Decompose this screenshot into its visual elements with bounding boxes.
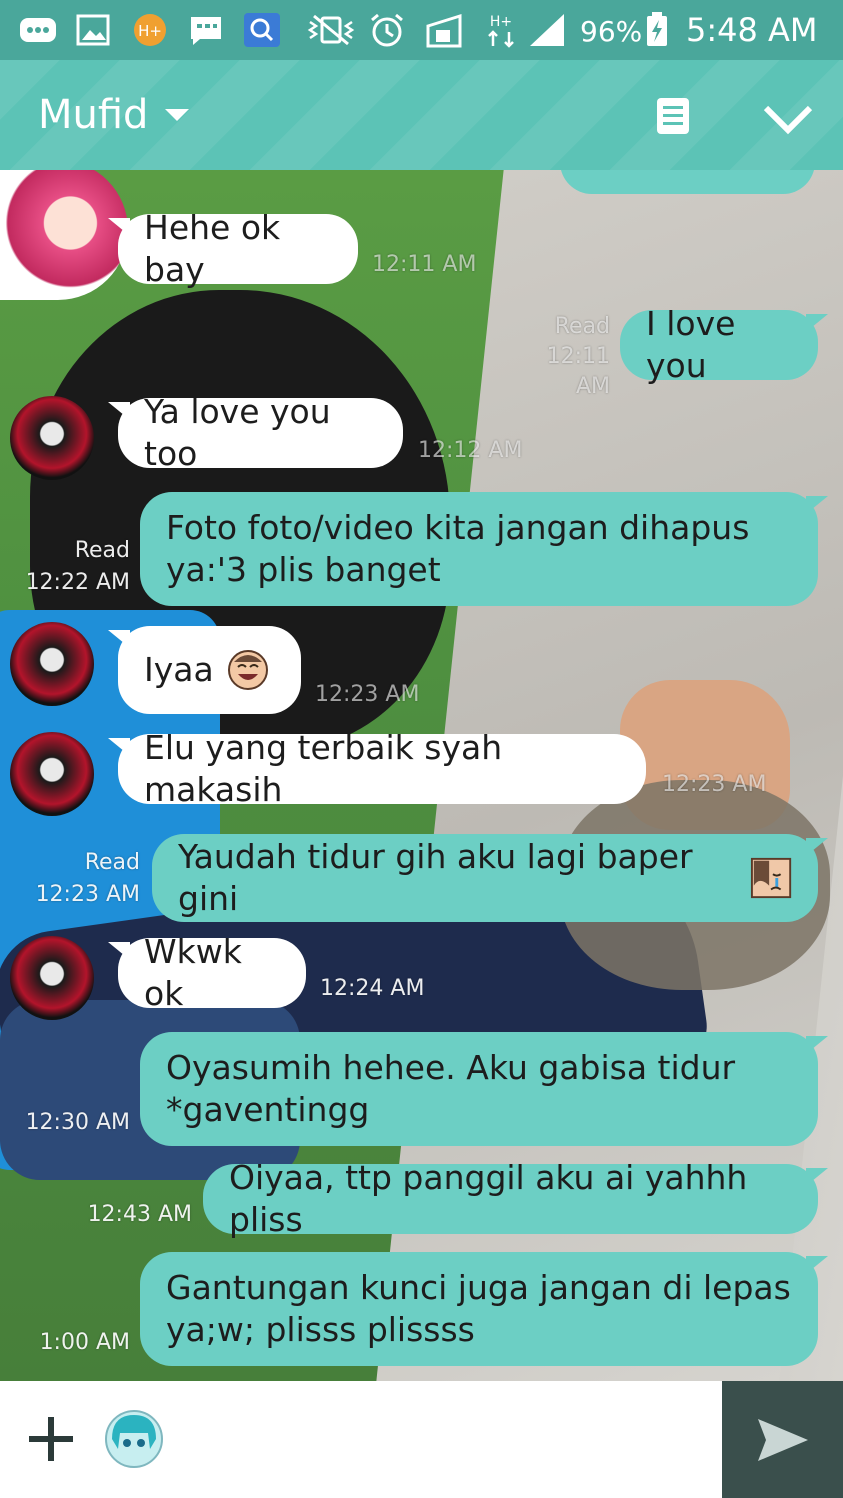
message-text: Hehe ok bay <box>144 208 281 289</box>
message-text: Ya love you too <box>144 392 331 473</box>
read-receipt: Read <box>554 314 610 339</box>
message-time: 12:11 AM <box>546 344 610 399</box>
message-bubble[interactable]: Oiyaa, ttp panggil aku ai yahhh pliss <box>203 1158 828 1239</box>
message-bubble[interactable]: Hehe ok bay <box>108 208 358 289</box>
search-app-icon <box>244 13 280 47</box>
hplus-icon: H+ <box>134 14 166 46</box>
vibrate-icon <box>307 14 355 46</box>
battery-percent: 96% <box>580 15 643 48</box>
chat-header: Mufid <box>0 60 843 170</box>
svg-text:H+: H+ <box>138 22 162 40</box>
status-bar: H+ H+ 96% 5:48 AM <box>0 0 843 60</box>
message-bubble[interactable]: I love you <box>620 304 828 385</box>
chat-title[interactable]: Mufid <box>38 90 148 140</box>
sticker-icon[interactable] <box>104 1409 164 1469</box>
read-receipt: Read <box>74 538 130 563</box>
message-bubble[interactable]: Oyasumih hehee. Aku gabisa tidur *gavent… <box>140 1032 828 1146</box>
bbm-icon <box>20 18 56 42</box>
message-text: Iyaa <box>144 650 214 689</box>
message-text: Elu yang terbaik syah makasih <box>144 728 503 809</box>
message-time: 12:23 AM <box>662 772 767 797</box>
message-bubble[interactable]: Ya love you too <box>108 392 403 473</box>
message-text: Yaudah tidur gih aku lagi baper gini <box>178 837 693 918</box>
message-bubble[interactable]: Wkwk ok <box>108 932 306 1013</box>
message-time: 1:00 AM <box>39 1330 130 1355</box>
plus-icon[interactable] <box>25 1413 77 1465</box>
alarm-icon <box>371 13 403 47</box>
message-text: Oiyaa, ttp panggil aku ai yahhh pliss <box>229 1158 748 1239</box>
message-time: 12:22 AM <box>25 570 130 595</box>
message-bubble[interactable]: Gantungan kunci juga jangan di lepas ya;… <box>140 1252 828 1366</box>
chat-area[interactable]: Hehe ok bay 12:11 AM Read 12:11 AM I lov… <box>0 170 843 1381</box>
notes-icon[interactable] <box>655 96 691 136</box>
message-icon <box>191 17 221 45</box>
data-arrows-icon: H+ <box>488 14 514 48</box>
message-time: 12:30 AM <box>25 1110 130 1135</box>
message-text: Foto foto/video kita jangan dihapus ya:'… <box>166 508 750 589</box>
ghoul-avatar[interactable] <box>10 396 94 480</box>
check-icon[interactable] <box>762 100 814 136</box>
message-text: Wkwk ok <box>144 932 242 1013</box>
message-bubble-partial <box>560 170 815 194</box>
gallery-icon <box>76 14 110 46</box>
battery-charging-icon <box>647 12 667 46</box>
laughing-face-emoji <box>227 650 268 690</box>
message-input-bar[interactable] <box>0 1381 843 1498</box>
message-time: 12:11 AM <box>372 252 477 277</box>
lock-icon <box>426 13 462 48</box>
ghoul-avatar[interactable] <box>10 936 94 1020</box>
ghoul-avatar[interactable] <box>10 732 94 816</box>
message-text: Gantungan kunci juga jangan di lepas ya;… <box>166 1268 791 1349</box>
signal-icon <box>530 14 564 46</box>
send-icon <box>758 1419 808 1461</box>
message-bubble[interactable]: Elu yang terbaik syah makasih <box>108 728 646 809</box>
message-text: I love you <box>646 304 736 385</box>
ghoul-avatar[interactable] <box>10 622 94 706</box>
message-bubble[interactable]: Iyaa <box>108 626 301 714</box>
svg-text:H+: H+ <box>490 14 512 30</box>
send-button[interactable] <box>722 1381 843 1498</box>
dropdown-caret-icon[interactable] <box>165 109 189 121</box>
message-bubble[interactable]: Foto foto/video kita jangan dihapus ya:'… <box>140 492 828 606</box>
message-time: 12:23 AM <box>35 882 140 907</box>
message-time: 12:12 AM <box>418 438 523 463</box>
message-text: Oyasumih hehee. Aku gabisa tidur *gavent… <box>166 1048 736 1129</box>
message-time: 12:43 AM <box>87 1202 192 1227</box>
clock: 5:48 AM <box>686 11 818 49</box>
crying-face-emoji <box>750 857 792 899</box>
message-bubble[interactable]: Yaudah tidur gih aku lagi baper gini <box>152 834 828 922</box>
read-receipt: Read <box>84 850 140 875</box>
message-time: 12:24 AM <box>320 976 425 1001</box>
message-time: 12:23 AM <box>315 682 420 707</box>
